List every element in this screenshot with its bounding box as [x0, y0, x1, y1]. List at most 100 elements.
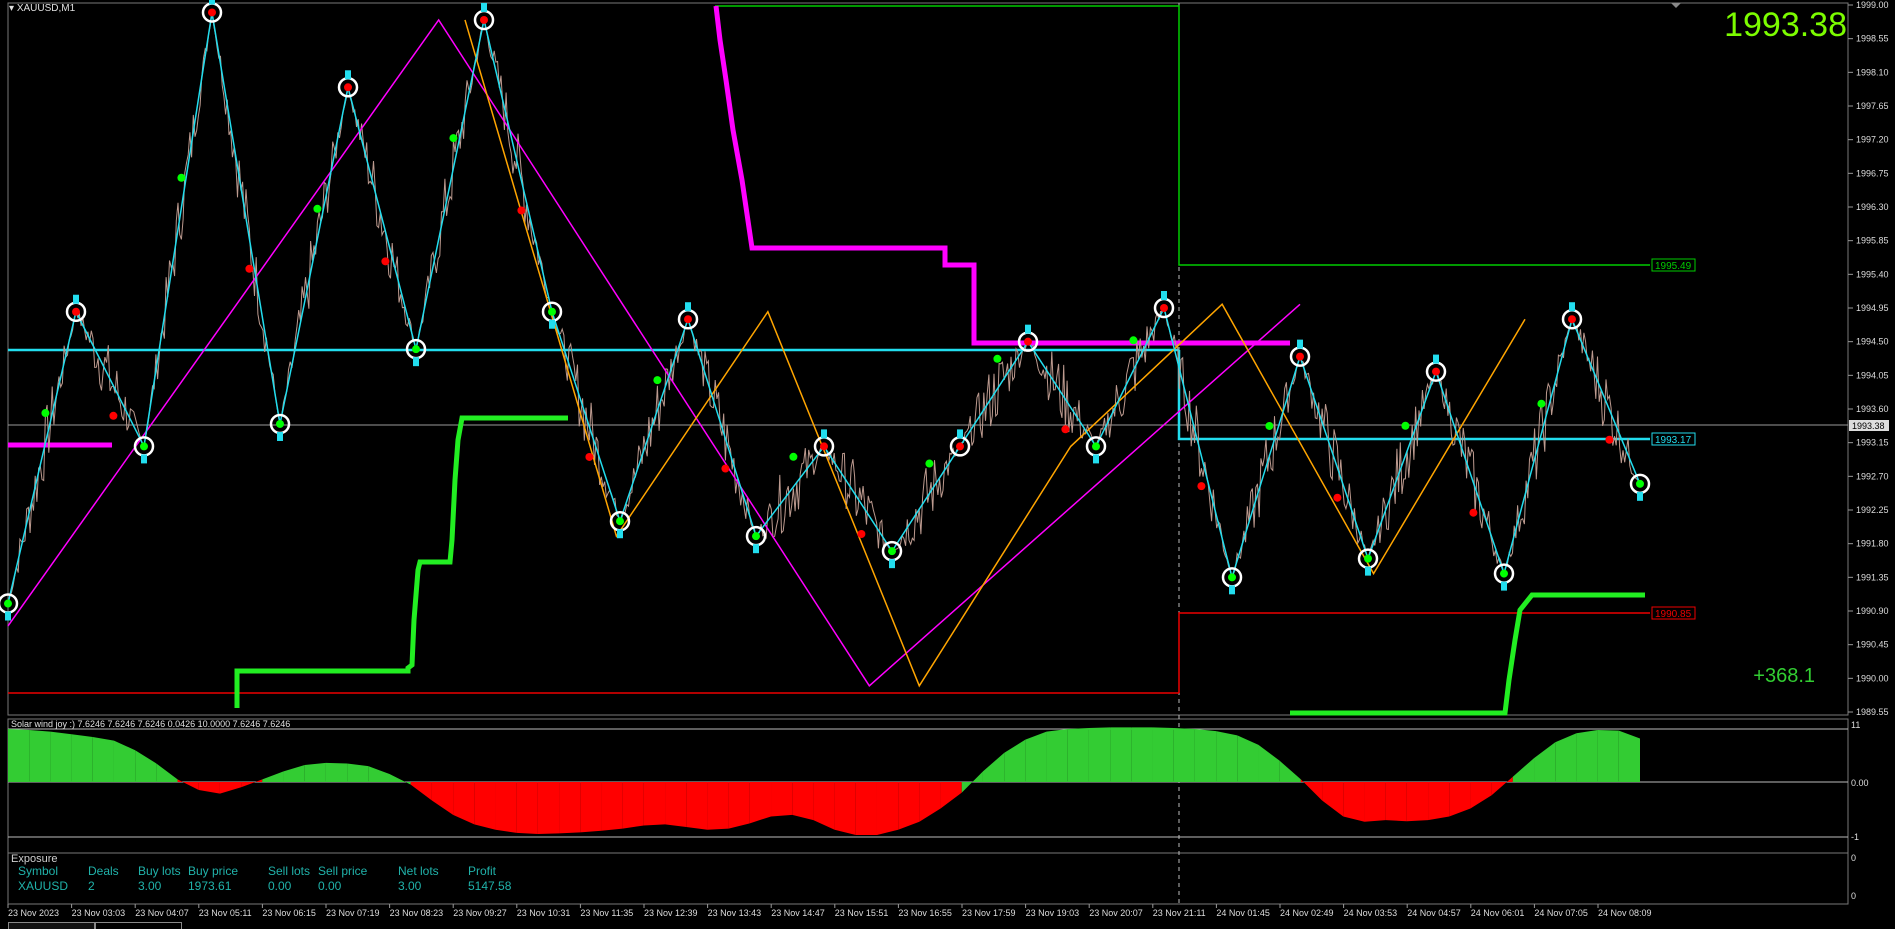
- price-series: [7, 12, 1641, 604]
- oscillator-segment: [643, 782, 666, 826]
- swing-marker-tag: [141, 454, 147, 464]
- price-tick-label: 1998.55: [1856, 34, 1889, 44]
- swing-marker-dot: [1092, 442, 1100, 451]
- oscillator-segment: [1173, 727, 1195, 782]
- chart-tab-active[interactable]: [95, 922, 182, 929]
- signal-dot: [857, 530, 866, 539]
- oscillator-segment: [1216, 731, 1238, 782]
- symbol-title[interactable]: ▾ XAUUSD,M1: [9, 3, 75, 14]
- chart-shift-marker[interactable]: [1671, 3, 1681, 8]
- time-tick-label: 23 Nov 16:55: [898, 908, 952, 918]
- oscillator-segment: [1343, 782, 1365, 822]
- exposure-cell: 0.00: [318, 879, 342, 893]
- swing-marker-dot: [1364, 554, 1372, 563]
- time-tick-label: 23 Nov 06:15: [262, 908, 316, 918]
- exposure-cell: 2: [88, 879, 95, 893]
- swing-marker-dot: [412, 345, 420, 354]
- oscillator-segment: [198, 782, 220, 794]
- swing-marker-tag: [957, 429, 963, 439]
- oscillator-segment: [1279, 760, 1301, 782]
- osc-axis-top: 11: [1851, 720, 1860, 730]
- swing-marker-tag: [1229, 585, 1235, 595]
- oscillator-segment: [1385, 782, 1407, 822]
- oscillator-segment: [707, 782, 729, 830]
- swing-marker-tag: [1161, 291, 1167, 300]
- oscillator-segment: [368, 766, 390, 782]
- swing-marker-dot: [1432, 367, 1440, 376]
- oscillator-segment: [1131, 727, 1153, 782]
- time-axis: 23 Nov 2023 23 Nov 03:03 23 Nov 04:07 23 No…: [7, 904, 1652, 918]
- zigzag-line: [7, 18, 1301, 687]
- chart-tab[interactable]: [8, 922, 95, 929]
- swing-marker-tag: [1025, 324, 1031, 334]
- oscillator-segment: [559, 782, 581, 834]
- oscillator-segment: [1597, 730, 1619, 782]
- swing-marker-tag: [617, 529, 623, 539]
- time-tick-label: 23 Nov 21:11: [1153, 908, 1206, 918]
- exposure-header: Profit: [468, 864, 497, 878]
- signal-dot: [1469, 508, 1478, 517]
- signal-dot: [517, 206, 526, 215]
- oscillator-segment: [219, 782, 242, 794]
- exposure-cell: 0.00: [268, 879, 292, 893]
- price-tick-label: 1993.60: [1856, 404, 1889, 414]
- swing-marker-tag: [5, 611, 11, 621]
- oscillator-segment: [898, 782, 920, 830]
- swing-marker-tag: [821, 429, 827, 439]
- price-tick-label: 1996.30: [1856, 202, 1889, 212]
- swing-marker-dot: [888, 547, 896, 556]
- oscillator-segment: [92, 736, 114, 782]
- level-tags: 1995.49 1993.17 1990.85 1993.38: [1651, 258, 1889, 620]
- time-tick-label: 23 Nov 11:35: [580, 908, 633, 918]
- oscillator-segment: [537, 782, 560, 834]
- signal-dot: [993, 354, 1002, 363]
- zigzag-line: [464, 19, 1526, 688]
- signal-dot: [653, 376, 662, 385]
- oscillator-segment: [1152, 727, 1174, 782]
- oscillator-segment: [1576, 730, 1598, 782]
- swing-marker-dot: [1160, 304, 1168, 312]
- oscillator-segment: [1004, 739, 1026, 782]
- osc-axis-bottom: -1: [1851, 832, 1859, 842]
- price-tick-label: 1994.05: [1856, 370, 1889, 380]
- swing-marker-tag: [753, 544, 759, 554]
- swing-marker-tag: [1569, 302, 1575, 312]
- swing-marker-tag: [277, 431, 283, 441]
- oscillator-segment: [1534, 742, 1556, 782]
- price-tick-label: 1991.80: [1856, 539, 1889, 549]
- time-tick-label: 23 Nov 07:19: [326, 908, 380, 918]
- green-level-left: [715, 5, 1650, 266]
- price-tick-label: 1995.85: [1856, 236, 1889, 246]
- oscillator-segment: [1088, 727, 1111, 782]
- dropdown-triangle-icon[interactable]: ▾: [9, 3, 14, 14]
- main-chart-frame: [7, 2, 1849, 716]
- signal-dot: [1129, 336, 1138, 345]
- price-tick-label: 1989.55: [1856, 707, 1889, 717]
- trading-chart[interactable]: 1999.00 1998.55 1998.10 1997.65 1997.20 1996.…: [0, 0, 1895, 929]
- swing-marker-dot: [1636, 479, 1644, 488]
- signal-dot: [1537, 399, 1546, 408]
- swing-marker-dot: [548, 307, 556, 316]
- time-tick-label: 24 Nov 08:09: [1598, 908, 1652, 918]
- oscillator-segment: [1406, 782, 1429, 822]
- time-tick-label: 23 Nov 14:47: [771, 908, 825, 918]
- oscillator-segment: [8, 729, 30, 782]
- oscillator-segment: [792, 782, 814, 821]
- oscillator-segment: [113, 740, 136, 782]
- oscillator-segment: [1258, 744, 1280, 782]
- oscillator-segment: [665, 782, 687, 828]
- time-tick-label: 23 Nov 04:07: [135, 908, 189, 918]
- time-tick-label: 24 Nov 04:57: [1407, 908, 1461, 918]
- oscillator-segment: [1025, 731, 1047, 782]
- time-tick-label: 23 Nov 2023: [8, 908, 59, 918]
- oscillator-segment: [876, 782, 899, 835]
- exposure-header: Deals: [88, 864, 119, 878]
- exposure-header: Net lots: [398, 864, 439, 878]
- tag-cyan: 1993.17: [1655, 435, 1692, 446]
- time-tick-label: 23 Nov 09:27: [453, 908, 507, 918]
- oscillator-segment: [982, 752, 1005, 782]
- oscillator-segment: [855, 782, 877, 835]
- price-tick-label: 1990.45: [1856, 640, 1889, 650]
- oscillator-segment: [749, 782, 772, 824]
- price-tick-label: 1998.10: [1856, 67, 1889, 77]
